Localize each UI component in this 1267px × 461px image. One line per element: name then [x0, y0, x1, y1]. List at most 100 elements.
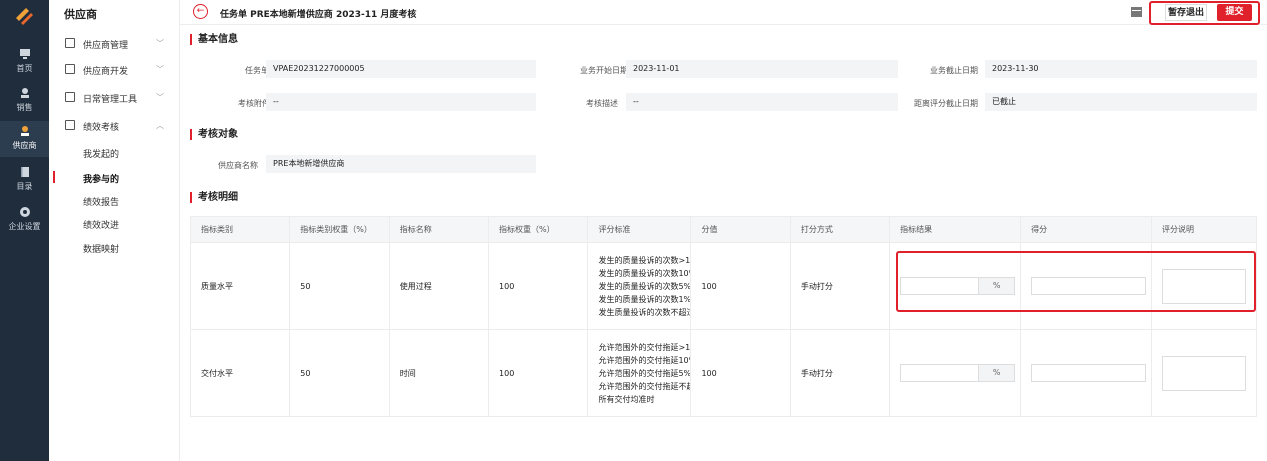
- page-header: ← 任务单 PRE本地新增供应商 2023-11 月度考核 暂存退出 提交: [180, 0, 1267, 25]
- detail-table: 指标类别 指标类别权重（%） 指标名称 指标权重（%） 评分标准 分值 打分方式…: [189, 216, 1257, 417]
- category-cell: 交付水平: [189, 329, 291, 417]
- result-cell: %: [889, 242, 1022, 330]
- indicator-name-cell: 时间: [388, 329, 490, 417]
- end-date-label: 业务截止日期: [930, 66, 978, 75]
- category-weight-cell: 50: [289, 329, 390, 417]
- criteria-line: 允许范围外的交付拖延5%: [598, 368, 691, 378]
- menu-group-label: 绩效考核: [83, 123, 120, 133]
- grid-icon: [65, 92, 75, 102]
- category-weight-cell: 50: [289, 242, 390, 330]
- criteria-line: 允许范围外的交付拖延不超: [598, 381, 691, 391]
- table-header: 打分方式: [789, 216, 891, 243]
- page-title: 任务单 PRE本地新增供应商 2023-11 月度考核: [220, 10, 417, 20]
- menu-group-label: 供应商开发: [83, 67, 129, 77]
- menu-group-performance[interactable]: 绩效考核 ︿: [49, 115, 180, 137]
- supplier-icon: [20, 126, 29, 136]
- menu-group-supplier-development[interactable]: 供应商开发 ﹀: [49, 59, 180, 81]
- book-icon: [20, 167, 29, 177]
- list-icon: [65, 38, 75, 48]
- indicator-name-cell: 使用过程: [388, 242, 490, 330]
- start-date-label: 业务开始日期: [580, 66, 628, 75]
- table-header: 指标结果: [889, 216, 1022, 243]
- back-button[interactable]: ←: [193, 4, 208, 19]
- chevron-down-icon: ﹀: [156, 39, 164, 48]
- note-cell: [1151, 329, 1257, 417]
- rail-label: 企业设置: [8, 222, 41, 231]
- section-detail: 考核明细: [190, 192, 238, 203]
- indicator-weight-cell: 100: [488, 329, 589, 417]
- save-exit-button[interactable]: 暂存退出: [1165, 4, 1207, 21]
- menu-group-label: 日常管理工具: [83, 95, 138, 105]
- rail-label: 目录: [16, 182, 33, 191]
- rail-label: 销售: [16, 103, 33, 112]
- section-basic-info: 基本信息: [190, 34, 238, 45]
- chevron-down-icon: ﹀: [156, 93, 164, 102]
- menu-group-supplier-management[interactable]: 供应商管理 ﹀: [49, 33, 180, 55]
- note-textarea[interactable]: [1162, 268, 1247, 304]
- menu-item-initiated[interactable]: 我发起的: [83, 147, 119, 160]
- score-input[interactable]: [1031, 277, 1147, 295]
- criteria-line: 所有交付均准时: [598, 394, 655, 404]
- attachment-value: --: [266, 93, 536, 111]
- criteria-line: 发生的质量投诉的次数5%: [598, 281, 691, 291]
- layout-icon[interactable]: [1131, 7, 1142, 17]
- rail-item-enterprise-settings[interactable]: 企业设置: [0, 202, 49, 236]
- result-input[interactable]: %: [900, 364, 1016, 382]
- menu-title: 供应商: [64, 8, 97, 21]
- percent-suffix: %: [978, 365, 1015, 381]
- score-value-cell: 100: [690, 242, 791, 330]
- submit-button[interactable]: 提交: [1217, 4, 1252, 21]
- deadline-label: 距离评分截止日期: [914, 99, 978, 108]
- scoring-method-cell: 手动打分: [789, 329, 891, 417]
- rail-item-home[interactable]: 首页: [0, 44, 49, 78]
- gear-icon: [19, 207, 30, 217]
- result-input[interactable]: %: [900, 277, 1016, 295]
- chevron-down-icon: ﹀: [156, 65, 164, 74]
- indicator-weight-cell: 100: [488, 242, 589, 330]
- criteria-line: 发生的质量投诉的次数1%: [598, 294, 691, 304]
- active-indicator: [53, 171, 55, 183]
- end-date-value: 2023-11-30: [985, 60, 1257, 78]
- menu-item-data-mapping[interactable]: 数据映射: [83, 242, 119, 255]
- supplier-name-value: PRE本地新增供应商: [266, 155, 536, 173]
- start-date-value: 2023-11-01: [626, 60, 898, 78]
- rail-item-sales[interactable]: 销售: [0, 83, 49, 117]
- global-nav-rail: 首页 销售 供应商 目录 企业设置: [0, 0, 49, 461]
- table-header: 指标类别权重（%）: [289, 216, 390, 243]
- score-cell: [1020, 242, 1153, 330]
- monitor-icon: [19, 49, 30, 59]
- menu-item-participated[interactable]: 我参与的: [83, 172, 119, 185]
- result-field[interactable]: [901, 365, 978, 381]
- table-header: 指标名称: [388, 216, 490, 243]
- table-header: 分值: [690, 216, 791, 243]
- chevron-up-icon: ︿: [156, 121, 164, 130]
- rail-item-supplier[interactable]: 供应商: [0, 121, 49, 157]
- supplier-name-label: 供应商名称: [218, 161, 258, 170]
- document-icon: [65, 64, 75, 74]
- table-header-row: 指标类别 指标类别权重（%） 指标名称 指标权重（%） 评分标准 分值 打分方式…: [189, 216, 1257, 243]
- rail-item-catalog[interactable]: 目录: [0, 162, 49, 196]
- menu-group-daily-tools[interactable]: 日常管理工具 ﹀: [49, 87, 180, 109]
- menu-item-report[interactable]: 绩效报告: [83, 195, 119, 208]
- note-textarea[interactable]: [1162, 355, 1247, 391]
- description-value: --: [626, 93, 898, 111]
- attachment-label: 考核附件: [238, 99, 270, 108]
- description-label: 考核描述: [586, 99, 618, 108]
- app-logo: [16, 8, 33, 25]
- menu-group-label: 供应商管理: [83, 41, 129, 51]
- table-header: 得分: [1020, 216, 1153, 243]
- criteria-cell: 发生的质量投诉的次数>15 发生的质量投诉的次数10% 发生的质量投诉的次数5%…: [587, 242, 692, 330]
- percent-suffix: %: [978, 278, 1015, 294]
- criteria-line: 发生的质量投诉的次数>15: [598, 255, 691, 265]
- criteria-line: 发生的质量投诉的次数10%: [598, 268, 691, 278]
- table-row: 质量水平 50 使用过程 100 发生的质量投诉的次数>15 发生的质量投诉的次…: [189, 242, 1257, 330]
- score-value-cell: 100: [690, 329, 791, 417]
- score-input[interactable]: [1031, 364, 1147, 382]
- criteria-cell: 允许范围外的交付拖延>15 允许范围外的交付拖延10% 允许范围外的交付拖延5%…: [587, 329, 692, 417]
- category-cell: 质量水平: [189, 242, 291, 330]
- table-header: 指标权重（%）: [488, 216, 589, 243]
- result-field[interactable]: [901, 278, 978, 294]
- criteria-line: 允许范围外的交付拖延10%: [598, 355, 691, 365]
- rail-label: 首页: [16, 64, 33, 73]
- menu-item-improvement[interactable]: 绩效改进: [83, 218, 119, 231]
